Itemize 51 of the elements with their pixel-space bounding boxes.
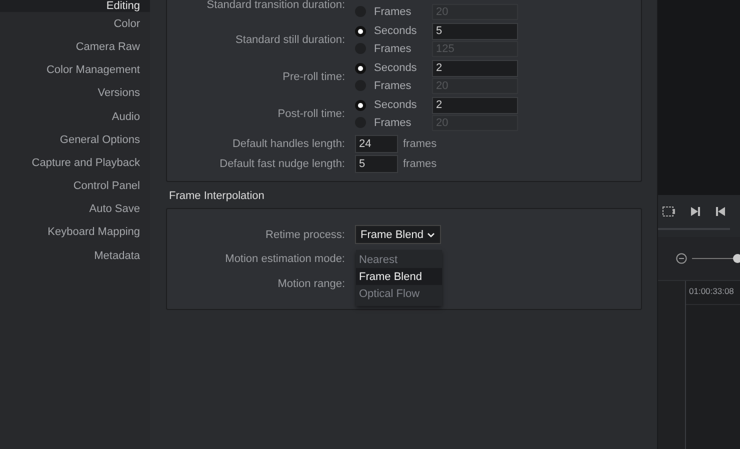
slider-thumb[interactable] [732,254,740,263]
zoom-slider[interactable] [692,254,738,263]
previous-frame-icon[interactable] [715,206,726,217]
option-label: Seconds [374,99,418,112]
setting-label: Post-roll time: [278,108,346,120]
value-field[interactable]: 24 [355,134,398,152]
sidebar-item[interactable]: Camera Raw [0,35,150,59]
sidebar-item[interactable]: Capture and Playback [0,151,150,174]
sidebar-item[interactable]: Auto Save [0,198,150,221]
retime-dropdown[interactable]: Frame Blend [355,225,441,244]
option-label: Frames [374,80,412,92]
option-label: Seconds [374,62,418,74]
menu-item[interactable]: Nearest [356,251,442,268]
setting-label: Standard still duration: [236,34,346,46]
value-field[interactable]: 2 [432,60,518,76]
sidebar-item[interactable]: Versions [0,82,150,105]
sidebar-item[interactable]: Color [0,12,150,36]
value-field[interactable]: 2 [432,97,518,114]
sidebar-item[interactable]: Metadata [0,244,150,268]
section-title: Frame Interpolation [169,190,266,202]
option-label: Seconds [374,25,418,38]
next-frame-icon[interactable] [690,206,701,217]
radio-button[interactable] [355,62,366,74]
value-field[interactable]: 5 [432,23,518,40]
setting-label: Standard transition duration: [206,0,346,11]
radio-button[interactable] [355,100,366,111]
menu-item[interactable]: Optical Flow [356,285,442,302]
option-label: Frames [374,42,412,55]
setting-label: Pre-roll time: [282,71,346,83]
sidebar-item[interactable]: Audio [0,104,150,128]
zoom-out-icon[interactable] [676,253,687,264]
sidebar-item[interactable]: Editing [0,0,150,12]
setting-label: Retime process: [266,228,346,241]
value-field[interactable]: 5 [355,154,398,172]
frame-icon[interactable] [662,206,676,217]
chevron-down-icon [427,232,436,238]
timecode: 01:00:33:08 [686,281,740,305]
menu-item[interactable]: Frame Blend [356,268,442,286]
sidebar-item[interactable]: Keyboard Mapping [0,220,150,244]
option-label: Frames [374,6,412,18]
unit-label: frames [403,158,437,170]
setting-label: Default fast nudge length: [220,158,346,170]
setting-label: Default handles length: [232,138,346,150]
unit-label: frames [403,138,437,150]
setting-label: Motion estimation mode: [225,253,346,266]
setting-label: Motion range: [278,278,346,290]
sidebar-item[interactable]: Control Panel [0,174,150,198]
radio-button[interactable] [355,26,366,37]
option-label: Frames [374,116,412,129]
sidebar-item[interactable]: Color Management [0,58,150,82]
sidebar-item[interactable]: General Options [0,128,150,152]
